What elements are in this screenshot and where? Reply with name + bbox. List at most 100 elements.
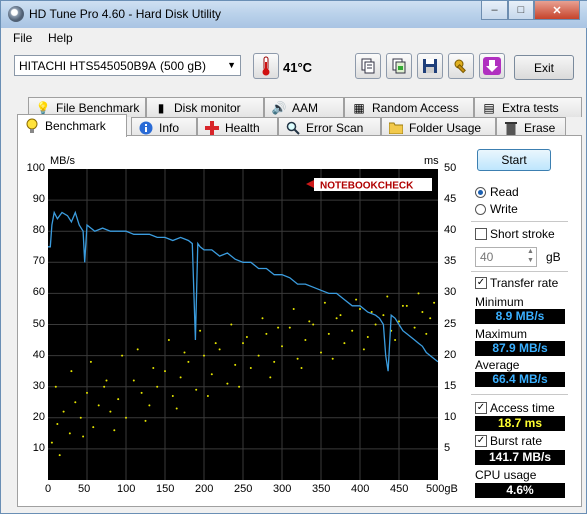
tab-folder-usage[interactable]: Folder Usage [381, 117, 496, 137]
copy-text-icon[interactable] [355, 53, 381, 79]
cpu-usage-label: CPU usage [475, 468, 537, 482]
menu-bar: File Help [1, 28, 586, 47]
menu-file[interactable]: File [13, 31, 32, 45]
access-time-point [214, 342, 217, 345]
access-time-point [382, 314, 385, 317]
close-button[interactable]: ✕ [534, 1, 580, 20]
access-time-point [386, 295, 389, 298]
tab-extra-tests[interactable]: ▤ Extra tests [474, 97, 582, 117]
options-wrench-icon[interactable] [448, 53, 474, 79]
access-time-point [206, 395, 209, 398]
access-time-point [429, 317, 432, 320]
spin-down-icon[interactable]: ▼ [525, 257, 536, 266]
toolbar: HITACHI HTS545050B9A (500 gB) ▼ 41°C Exi… [1, 47, 586, 91]
y-left-tick-label: 100 [26, 162, 45, 174]
access-time-point [308, 320, 311, 323]
access-time-point [300, 367, 303, 370]
access-time-point [144, 419, 147, 422]
access-time-point [89, 360, 92, 363]
access-time-point [405, 304, 408, 307]
y-left-tick-label: 40 [32, 348, 45, 361]
y-left-tick-label: 10 [32, 441, 45, 454]
menu-help[interactable]: Help [48, 31, 73, 45]
access-time-point [97, 404, 100, 407]
y-right-tick-label: 30 [444, 286, 457, 299]
y-right-tick-label: 40 [444, 224, 457, 237]
access-time-point [277, 326, 280, 329]
access-time-point [183, 351, 186, 354]
start-button[interactable]: Start [477, 149, 551, 171]
copy-screenshot-icon[interactable] [386, 53, 412, 79]
maximize-button[interactable]: □ [508, 1, 534, 20]
access-time-point [245, 335, 248, 338]
tab-info[interactable]: Info [131, 117, 197, 137]
spin-up-icon[interactable]: ▲ [525, 248, 536, 257]
exit-button[interactable]: Exit [514, 55, 574, 80]
x-tick-label: 100 [117, 483, 136, 495]
notebookcheck-watermark: NOTEBOOKCHECK [306, 178, 432, 192]
tab-label: Disk monitor [174, 100, 241, 115]
access-time-point [152, 367, 155, 370]
access-time-point [320, 351, 322, 354]
read-radio[interactable] [475, 187, 486, 198]
access-time-point [417, 292, 420, 295]
access-time-point [273, 360, 276, 363]
y-left-tick-label: 80 [32, 224, 45, 237]
access-time-point [292, 307, 295, 310]
y-left-unit: MB/s [50, 155, 76, 167]
tab-erase[interactable]: Erase [496, 117, 566, 137]
access-time-point [433, 301, 436, 304]
tab-benchmark[interactable]: Benchmark [17, 114, 127, 137]
tab-error-scan[interactable]: Error Scan [278, 117, 381, 137]
drive-select[interactable]: HITACHI HTS545050B9A (500 gB) ▼ [14, 55, 241, 76]
access-time-point [288, 326, 291, 329]
save-icon[interactable] [417, 53, 443, 79]
tab-random-access[interactable]: ▦ Random Access [344, 97, 474, 117]
tab-label: File Benchmark [56, 100, 140, 115]
health-cross-icon [204, 120, 220, 136]
minimum-value: 8.9 MB/s [475, 309, 565, 324]
short-stroke-input[interactable]: 40 ▲ ▼ [475, 247, 537, 267]
y-left-tick-label: 50 [32, 317, 45, 330]
x-tick-label: 350 [312, 483, 331, 495]
access-time-point [121, 354, 124, 357]
tab-label: Erase [524, 120, 556, 135]
y-right-tick-label: 50 [444, 162, 457, 174]
write-radio[interactable] [475, 204, 486, 215]
burst-rate-checkbox[interactable]: ✓ [475, 435, 487, 447]
access-time-point [50, 441, 53, 444]
x-tick-label: 500gB [426, 483, 458, 495]
access-time-point [136, 348, 139, 351]
transfer-rate-checkbox[interactable]: ✓ [475, 277, 487, 289]
access-time-point [421, 311, 424, 314]
access-time-point [351, 329, 354, 332]
drive-model: HITACHI HTS545050B9A [19, 59, 157, 73]
access-time-point [148, 404, 151, 407]
tab-health[interactable]: Health [197, 117, 278, 137]
access-time-point [113, 429, 116, 432]
tab-disk-monitor[interactable]: ▮ Disk monitor [146, 97, 264, 117]
access-time-point [312, 323, 315, 326]
access-time-point [265, 332, 268, 335]
minimize-button[interactable]: – [481, 1, 508, 20]
tab-aam[interactable]: 🔊 AAM [264, 97, 344, 117]
access-time-point [132, 379, 135, 382]
access-time-point [203, 354, 205, 357]
access-time-point [304, 339, 307, 342]
access-time-checkbox[interactable]: ✓ [475, 402, 487, 414]
access-time-point [164, 370, 166, 373]
access-time-point [394, 339, 397, 342]
download-arrow-icon[interactable] [479, 53, 505, 79]
access-time-point [156, 385, 159, 388]
average-value: 66.4 MB/s [475, 372, 565, 387]
access-time-label: Access time [490, 401, 555, 415]
title-bar: HD Tune Pro 4.60 - Hard Disk Utility – □… [1, 1, 587, 28]
access-time-point [68, 432, 71, 435]
short-stroke-checkbox[interactable] [475, 228, 487, 240]
tab-label: Extra tests [502, 100, 559, 115]
access-time-point [249, 367, 252, 370]
access-time-point [167, 339, 170, 342]
access-time-point [362, 348, 365, 351]
access-time-point [62, 410, 65, 413]
tab-label: Info [159, 120, 180, 135]
